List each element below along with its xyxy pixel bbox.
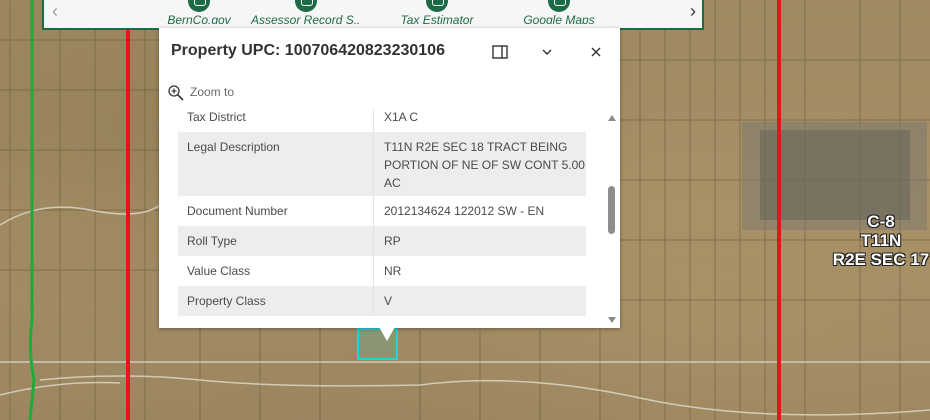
carousel-item-assessor[interactable]: Assessor Record S...	[251, 0, 361, 24]
carousel-item-label: Tax Estimator	[400, 13, 474, 24]
row-value: NR	[373, 256, 586, 286]
link-icon	[426, 0, 448, 12]
carousel-item-google-maps[interactable]: Google Maps	[504, 0, 614, 24]
zoom-to-label: Zoom to	[190, 85, 235, 99]
link-icon	[295, 0, 317, 12]
carousel-item-label: Assessor Record S...	[251, 13, 361, 24]
parcel-label-line: C-8	[867, 212, 895, 231]
dock-icon	[492, 45, 508, 59]
dock-button[interactable]	[488, 40, 512, 64]
carousel-item-tax-estimator[interactable]: Tax Estimator	[382, 0, 492, 24]
row-value: X1A C	[373, 110, 586, 132]
row-key: Roll Type	[187, 234, 237, 248]
link-icon	[188, 0, 210, 12]
link-carousel: ‹ BernCo.gov Assessor Record S... Tax Es…	[42, 0, 704, 30]
table-row: Property Class V	[178, 286, 586, 316]
row-key: Document Number	[187, 204, 288, 218]
row-key: Tax District	[187, 110, 246, 124]
table-row: Tax District X1A C	[178, 110, 586, 132]
table-row: Legal Description T11N R2E SEC 18 TRACT …	[178, 132, 586, 196]
table-row: Roll Type RP	[178, 226, 586, 256]
zoom-to-action[interactable]: Zoom to	[159, 80, 620, 110]
close-icon	[591, 47, 601, 57]
table-row: Value Class NR	[178, 256, 586, 286]
feature-popup: Property UPC: 100706420823230106 Zoom to…	[159, 28, 620, 328]
chevron-left-icon[interactable]: ‹	[52, 2, 58, 20]
popup-header: Property UPC: 100706420823230106	[159, 28, 620, 76]
carousel-item-label: BernCo.gov	[167, 13, 231, 24]
parcel-label: C-8 T11N R2E SEC 17	[826, 212, 930, 269]
row-key: Legal Description	[187, 140, 280, 154]
chevron-right-icon[interactable]: ›	[690, 2, 696, 20]
row-value: V	[373, 286, 586, 316]
parcel-label-line: T11N	[860, 231, 902, 250]
close-button[interactable]	[584, 40, 608, 64]
scroll-up-arrow-icon[interactable]	[608, 115, 616, 121]
row-key: Property Class	[187, 294, 266, 308]
row-value: RP	[373, 226, 586, 256]
zoom-in-icon	[168, 85, 184, 101]
popup-title: Property UPC: 100706420823230106	[171, 42, 445, 59]
row-key: Value Class	[187, 264, 251, 278]
scroll-down-arrow-icon[interactable]	[608, 317, 616, 323]
table-row: Document Number 2012134624 122012 SW - E…	[178, 196, 586, 226]
popup-pointer	[379, 327, 395, 341]
carousel-item-bernco[interactable]: BernCo.gov	[144, 0, 254, 24]
row-value: 2012134624 122012 SW - EN	[373, 196, 586, 226]
link-icon	[548, 0, 570, 12]
chevron-down-icon	[542, 49, 552, 55]
row-value: T11N R2E SEC 18 TRACT BEING PORTION OF N…	[373, 132, 586, 196]
parcel-label-line: R2E SEC 17	[832, 250, 930, 269]
vertical-scrollbar[interactable]	[605, 110, 619, 328]
carousel-item-label: Google Maps	[523, 13, 595, 24]
attribute-table[interactable]: Tax District X1A C Legal Description T11…	[159, 110, 620, 328]
collapse-button[interactable]	[535, 40, 559, 64]
scroll-thumb[interactable]	[608, 186, 615, 234]
